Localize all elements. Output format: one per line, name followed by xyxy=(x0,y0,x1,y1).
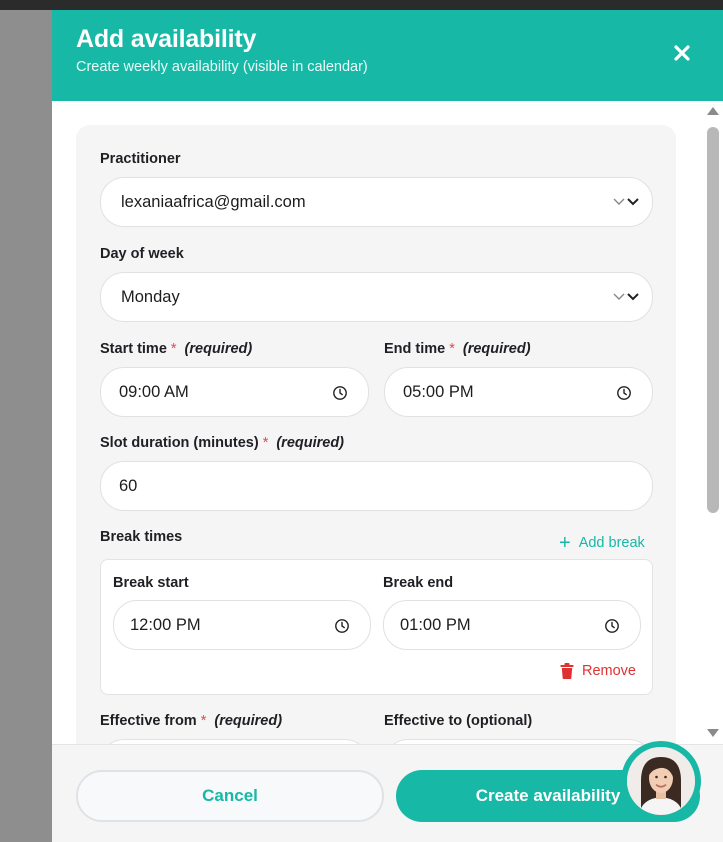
clock-icon[interactable] xyxy=(616,385,632,401)
modal-subtitle: Create weekly availability (visible in c… xyxy=(76,59,368,75)
start-time-label-text: Start time xyxy=(100,341,167,357)
trash-icon xyxy=(560,663,574,679)
break-end-label: Break end xyxy=(383,575,453,591)
practitioner-select[interactable]: lexaniaafrica@gmail.com xyxy=(100,177,653,227)
scroll-up-arrow[interactable] xyxy=(707,107,719,115)
modal-backdrop[interactable] xyxy=(0,10,52,842)
slot-duration-value: 60 xyxy=(119,476,138,495)
assistant-portrait xyxy=(627,747,695,815)
close-icon xyxy=(674,45,690,61)
required-hint: (required) xyxy=(462,341,531,357)
slot-duration-label-text: Slot duration (minutes) xyxy=(100,435,259,451)
browser-top-strip xyxy=(0,0,723,10)
break-end-input[interactable]: 01:00 PM xyxy=(383,600,641,650)
end-time-input[interactable]: 05:00 PM xyxy=(384,367,653,417)
required-hint: (required) xyxy=(276,435,345,451)
start-time-input[interactable]: 09:00 AM xyxy=(100,367,369,417)
clock-icon[interactable] xyxy=(604,618,620,634)
break-start-label-text: Break start xyxy=(113,575,189,591)
modal-header: Add availability Create weekly availabil… xyxy=(52,10,723,101)
break-start-input[interactable]: 12:00 PM xyxy=(113,600,371,650)
close-button[interactable] xyxy=(669,40,695,66)
day-of-week-select[interactable]: Monday xyxy=(100,272,653,322)
end-time-label: End time * (required) xyxy=(384,341,531,357)
chevron-down-icon xyxy=(613,198,639,206)
cancel-button[interactable]: Cancel xyxy=(76,770,384,822)
day-of-week-label: Day of week xyxy=(100,246,184,262)
slot-duration-input[interactable]: 60 xyxy=(100,461,653,511)
assistant-avatar[interactable] xyxy=(621,741,701,821)
modal-title: Add availability xyxy=(76,25,257,53)
slot-duration-label: Slot duration (minutes) * (required) xyxy=(100,435,344,451)
break-end-label-text: Break end xyxy=(383,575,454,591)
required-star: * xyxy=(170,341,177,357)
remove-break-label: Remove xyxy=(582,663,636,679)
scroll-down-arrow[interactable] xyxy=(707,729,719,737)
clock-icon[interactable] xyxy=(332,385,348,401)
modal-body[interactable]: Practitioner lexaniaafrica@gmail.com Day… xyxy=(52,101,723,744)
clock-icon[interactable] xyxy=(334,618,350,634)
break-times-label: Break times xyxy=(100,529,182,545)
portrait-icon xyxy=(627,747,695,815)
end-time-label-text: End time xyxy=(384,341,446,357)
required-hint: (required) xyxy=(184,341,253,357)
availability-form: Practitioner lexaniaafrica@gmail.com Day… xyxy=(76,125,676,744)
effective-to-label: Effective to (optional) xyxy=(384,713,532,729)
day-of-week-label-text: Day of week xyxy=(100,246,184,262)
effective-from-label: Effective from * (required) xyxy=(100,713,282,729)
day-of-week-value: Monday xyxy=(121,287,180,306)
break-item: Break start 12:00 PM Break end 01:00 PM xyxy=(100,559,653,695)
required-star: * xyxy=(262,435,269,451)
start-time-label: Start time * (required) xyxy=(100,341,252,357)
break-start-label: Break start xyxy=(113,575,189,591)
scrollbar-thumb[interactable] xyxy=(707,127,719,513)
scrollbar[interactable] xyxy=(704,101,723,744)
add-availability-modal: Add availability Create weekly availabil… xyxy=(52,10,723,842)
end-time-value: 05:00 PM xyxy=(403,382,474,401)
plus-icon: + xyxy=(559,532,571,554)
add-break-button[interactable]: + Add break xyxy=(559,532,645,554)
required-star: * xyxy=(200,713,207,729)
required-star: * xyxy=(449,341,455,357)
add-break-label: Add break xyxy=(578,535,645,551)
required-hint: (required) xyxy=(214,713,283,729)
break-times-label-text: Break times xyxy=(100,529,183,545)
practitioner-label-text: Practitioner xyxy=(100,151,181,167)
practitioner-label: Practitioner xyxy=(100,151,181,167)
effective-to-label-text: Effective to (optional) xyxy=(384,713,533,729)
start-time-value: 09:00 AM xyxy=(119,382,189,401)
effective-from-label-text: Effective from xyxy=(100,713,197,729)
chevron-down-icon xyxy=(613,293,639,301)
practitioner-value: lexaniaafrica@gmail.com xyxy=(121,192,306,211)
remove-break-button[interactable]: Remove xyxy=(560,663,636,679)
